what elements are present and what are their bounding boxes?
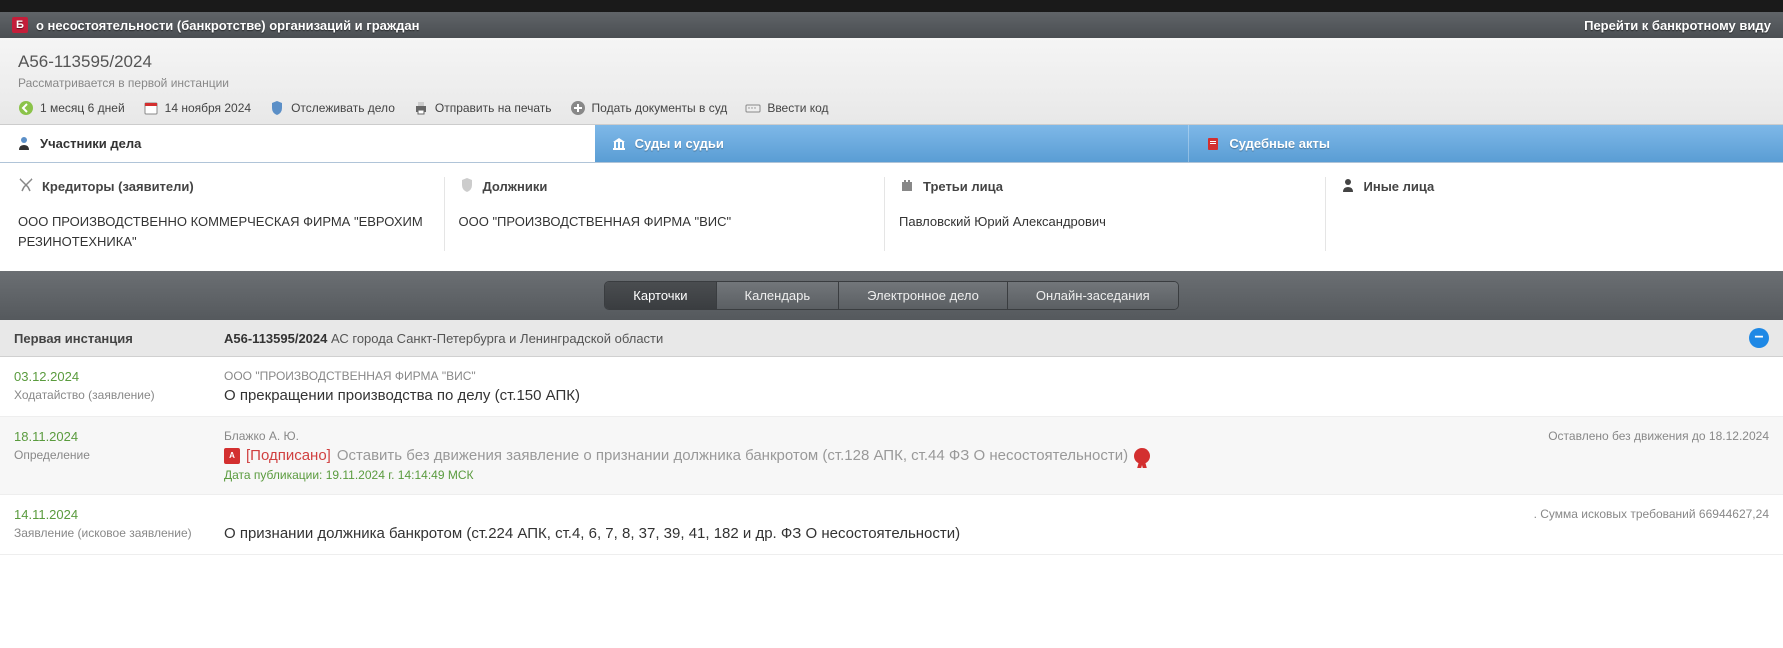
tab-participants-label: Участники дела [40, 136, 141, 151]
entry-date: 18.11.2024 [14, 429, 214, 444]
tab-acts[interactable]: Судебные акты [1189, 125, 1783, 162]
entry-type: Определение [14, 448, 214, 462]
printer-icon [413, 100, 429, 116]
goto-bankruptcy-view[interactable]: Перейти к банкротному виду [1584, 18, 1771, 33]
seal-icon [1134, 448, 1150, 464]
entry-signed: [Подписано] [246, 447, 331, 464]
entry-title-gray[interactable]: Оставить без движения заявление о призна… [337, 447, 1128, 464]
entry-right-note: . Сумма исковых требований 66944627,24 [1534, 507, 1769, 521]
instance-label: Первая инстанция [14, 331, 224, 346]
plus-circle-icon [570, 100, 586, 116]
entry-right-note: Оставлено без движения до 18.12.2024 [1548, 429, 1769, 443]
third-value[interactable]: Павловский Юрий Александрович [899, 212, 1311, 232]
creditors-value[interactable]: ООО ПРОИЗВОДСТВЕННО КОММЕРЧЕСКАЯ ФИРМА "… [18, 212, 430, 251]
back-arrow-icon [18, 100, 34, 116]
entry-author: ООО "ПРОИЗВОДСТВЕННАЯ ФИРМА "ВИС" [224, 369, 1769, 383]
duration-info[interactable]: 1 месяц 6 дней [18, 100, 125, 116]
enter-code-button[interactable]: Ввести код [745, 100, 828, 116]
document-icon [1205, 136, 1221, 152]
instance-court: АС города Санкт-Петербурга и Ленинградск… [327, 331, 663, 346]
shield-icon [269, 100, 285, 116]
entry-row: 14.11.2024 Заявление (исковое заявление)… [0, 495, 1783, 555]
entry-title[interactable]: О признании должника банкротом (ст.224 А… [224, 525, 1769, 542]
entry-type: Заявление (исковое заявление) [14, 526, 214, 540]
pdf-icon[interactable]: A [224, 448, 240, 464]
debtors-label: Должники [483, 179, 548, 194]
keyboard-icon [745, 100, 761, 116]
tab-acts-label: Судебные акты [1229, 136, 1330, 151]
subtab-calendar[interactable]: Календарь [717, 282, 840, 309]
date-info[interactable]: 14 ноября 2024 [143, 100, 251, 116]
duration-text: 1 месяц 6 дней [40, 101, 125, 115]
header-title: о несостоятельности (банкротстве) органи… [36, 18, 419, 33]
castle-icon [899, 177, 915, 196]
tab-courts-label: Суды и судьи [635, 136, 724, 151]
collapse-button[interactable]: − [1749, 328, 1769, 348]
entry-author: Блажко А. Ю. [224, 429, 1769, 443]
subtab-cards[interactable]: Карточки [605, 282, 716, 309]
creditors-label: Кредиторы (заявители) [42, 179, 194, 194]
entry-date: 03.12.2024 [14, 369, 214, 384]
entry-row: 03.12.2024 Ходатайство (заявление) ООО "… [0, 357, 1783, 417]
instance-caseno: А56-113595/2024 [224, 331, 327, 346]
person-dark-icon [1340, 177, 1356, 196]
track-case-label: Отслеживать дело [291, 101, 395, 115]
submit-docs-button[interactable]: Подать документы в суд [570, 100, 728, 116]
submit-docs-label: Подать документы в суд [592, 101, 728, 115]
third-label: Третьи лица [923, 179, 1003, 194]
bankruptcy-badge: Б [12, 17, 28, 33]
print-button[interactable]: Отправить на печать [413, 100, 552, 116]
other-label: Иные лица [1364, 179, 1435, 194]
tab-courts[interactable]: Суды и судьи [595, 125, 1190, 162]
entry-pubdate: Дата публикации: 19.11.2024 г. 14:14:49 … [224, 468, 1769, 482]
swords-icon [18, 177, 34, 196]
minus-circle-icon: − [1749, 328, 1769, 348]
enter-code-label: Ввести код [767, 101, 828, 115]
date-text: 14 ноября 2024 [165, 101, 251, 115]
entry-type: Ходатайство (заявление) [14, 388, 214, 402]
case-status: Рассматривается в первой инстанции [18, 76, 1765, 90]
entry-date: 14.11.2024 [14, 507, 214, 522]
case-number: А56-113595/2024 [18, 52, 1765, 72]
tab-participants[interactable]: Участники дела [0, 125, 595, 162]
person-icon [16, 135, 32, 151]
court-icon [611, 136, 627, 152]
calendar-icon [143, 100, 159, 116]
entry-row: 18.11.2024 Определение Оставлено без дви… [0, 417, 1783, 495]
subtab-edoc[interactable]: Электронное дело [839, 282, 1008, 309]
debtors-value[interactable]: ООО "ПРОИЗВОДСТВЕННАЯ ФИРМА "ВИС" [459, 212, 871, 232]
subtab-online[interactable]: Онлайн-заседания [1008, 282, 1178, 309]
print-label: Отправить на печать [435, 101, 552, 115]
entry-title[interactable]: О прекращении производства по делу (ст.1… [224, 387, 1769, 404]
track-case-button[interactable]: Отслеживать дело [269, 100, 395, 116]
shield-gray-icon [459, 177, 475, 196]
